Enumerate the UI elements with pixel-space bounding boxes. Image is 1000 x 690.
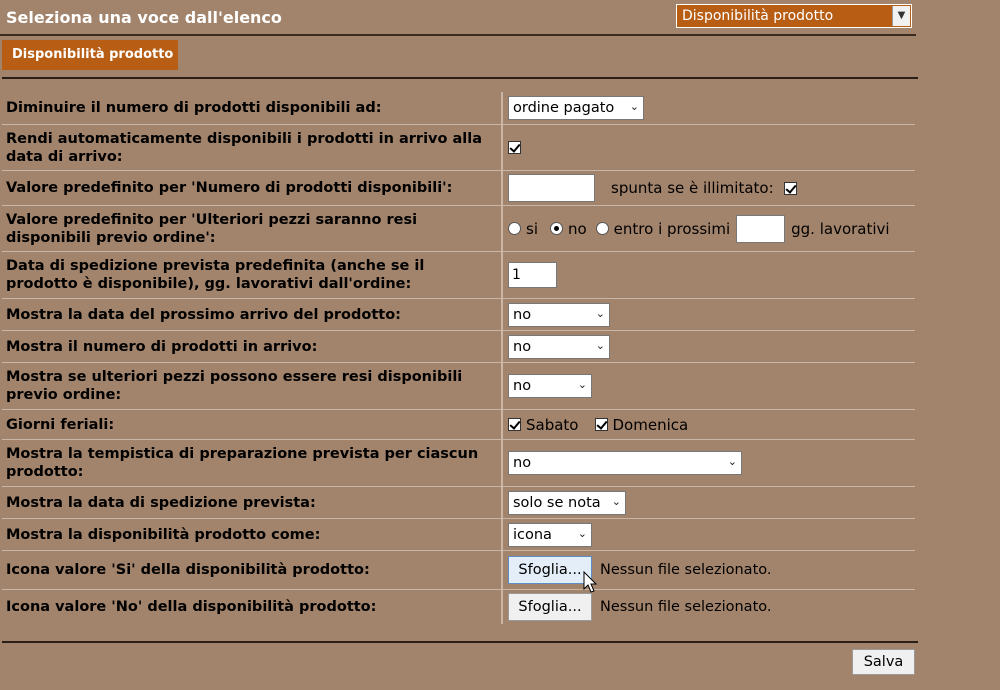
next-arrival-value: no [513,306,532,323]
shipping-days-value: 1 [512,267,521,283]
radio-entro-label: entro i prossimi [613,219,731,238]
setting-row: Valore predefinito per 'Ulteriori pezzi … [2,206,915,252]
availability-display-value: icona [513,526,552,543]
chevron-down-icon: ⌄ [577,378,587,391]
setting-label: Mostra la disponibilità prodotto come: [2,519,503,550]
setting-label: Data di spedizione prevista predefinita … [2,252,503,298]
header-bar: Seleziona una voce dall'elenco Disponibi… [0,0,916,36]
radio-si-label: si [526,219,538,238]
setting-row: Giorni feriali: Sabato Domenica [2,410,915,440]
chevron-down-icon[interactable]: ▼ [892,6,910,26]
unlimited-checkbox[interactable] [783,181,797,195]
shipping-date-value: solo se nota [513,494,601,511]
setting-row: Data di spedizione prevista predefinita … [2,252,915,299]
radio-no[interactable] [549,222,563,235]
setting-label: Icona valore 'No' della disponibilità pr… [2,590,503,624]
setting-row: Mostra la tempistica di preparazione pre… [2,440,915,487]
browse-si-button[interactable]: Sfoglia... [508,556,592,584]
file-status: Nessun file selezionato. [600,599,772,615]
page-title: Seleziona una voce dall'elenco [6,8,282,27]
setting-row: Valore predefinito per 'Numero di prodot… [2,171,915,206]
setting-row: Mostra se ulteriori pezzi possono essere… [2,363,915,410]
incoming-count-value: no [513,338,532,355]
shipping-days-input[interactable]: 1 [508,262,557,288]
prep-time-select[interactable]: no ⌄ [508,451,742,475]
divider [2,641,918,643]
setting-label: Diminuire il numero di prodotti disponib… [2,92,503,124]
setting-label: Mostra se ulteriori pezzi possono essere… [2,363,503,409]
preorder-select[interactable]: no ⌄ [508,374,592,398]
next-arrival-select[interactable]: no ⌄ [508,302,610,327]
days-suffix: gg. lavorativi [791,219,890,238]
setting-label: Mostra il numero di prodotti in arrivo: [2,331,503,362]
radio-si[interactable] [508,222,521,235]
mouse-cursor-icon [583,571,598,593]
settings-table: Diminuire il numero di prodotti disponib… [2,92,915,624]
chevron-down-icon: ⌄ [727,455,737,468]
tab-disponibilita-prodotto[interactable]: Disponibilità prodotto [2,40,178,70]
setting-row: Icona valore 'Si' della disponibilità pr… [2,551,915,590]
decrease-stock-select[interactable]: ordine pagato ⌄ [508,96,644,120]
save-button[interactable]: Salva [852,649,915,675]
setting-row: Mostra la data del prossimo arrivo del p… [2,299,915,331]
setting-row: Rendi automaticamente disponibili i prod… [2,125,915,171]
shipping-date-select[interactable]: solo se nota ⌄ [508,490,626,515]
setting-row: Mostra la disponibilità prodotto come: i… [2,519,915,551]
incoming-count-select[interactable]: no ⌄ [508,334,610,359]
preorder-value: no [513,378,532,394]
decrease-stock-value: ordine pagato [513,100,615,116]
setting-row: Icona valore 'No' della disponibilità pr… [2,590,915,624]
file-status: Nessun file selezionato. [600,562,772,578]
radio-no-label: no [567,219,587,238]
section-select-value: Disponibilità prodotto [682,8,834,24]
setting-row: Diminuire il numero di prodotti disponib… [2,92,915,125]
setting-label: Mostra la data del prossimo arrivo del p… [2,299,503,330]
availability-display-select[interactable]: icona ⌄ [508,522,592,547]
setting-label: Mostra la data di spedizione prevista: [2,487,503,518]
setting-label: Giorni feriali: [2,410,503,439]
browse-no-button[interactable]: Sfoglia... [508,593,592,621]
radio-entro[interactable] [595,222,609,235]
default-stock-input[interactable] [508,174,595,202]
sabato-checkbox[interactable] [508,418,521,431]
chevron-down-icon: ⌄ [611,494,621,508]
setting-row: Mostra il numero di prodotti in arrivo: … [2,331,915,363]
days-input[interactable] [736,214,786,243]
setting-label: Valore predefinito per 'Ulteriori pezzi … [2,206,503,251]
domenica-checkbox[interactable] [594,418,608,431]
setting-label: Icona valore 'Si' della disponibilità pr… [2,551,503,589]
setting-row: Mostra la data di spedizione prevista: s… [2,487,915,519]
chevron-down-icon: ⌄ [629,100,639,113]
chevron-down-icon: ⌄ [595,338,605,352]
section-select[interactable]: Disponibilità prodotto ▼ [676,4,912,28]
prep-time-value: no [513,455,532,471]
chevron-down-icon: ⌄ [595,306,605,320]
unlimited-label: spunta se è illimitato: [611,179,774,197]
setting-label: Rendi automaticamente disponibili i prod… [2,125,503,170]
sabato-label: Sabato [526,415,579,434]
chevron-down-icon: ⌄ [577,526,587,540]
divider [2,77,918,79]
setting-label: Valore predefinito per 'Numero di prodot… [2,171,503,205]
domenica-label: Domenica [612,415,689,434]
auto-available-checkbox[interactable] [508,141,521,154]
setting-label: Mostra la tempistica di preparazione pre… [2,440,503,486]
